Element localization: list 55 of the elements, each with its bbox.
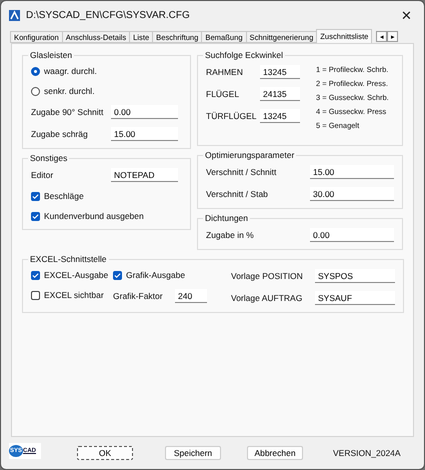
check-icon bbox=[32, 212, 39, 220]
field-label: TÜRFLÜGEL bbox=[206, 111, 256, 121]
group-title: Glasleisten bbox=[29, 50, 74, 60]
checkbox[interactable] bbox=[31, 290, 40, 300]
field-label: Grafik-Faktor bbox=[113, 291, 164, 301]
dialog-button[interactable]: OK bbox=[77, 446, 133, 460]
check-icon bbox=[32, 272, 39, 278]
checkbox[interactable] bbox=[113, 270, 122, 280]
field-label: Verschnitt / Schnitt bbox=[206, 167, 278, 177]
group-title: Optimierungsparameter bbox=[204, 150, 296, 160]
checkbox-label: Kundenverbund ausgeben bbox=[44, 211, 144, 221]
group-title: Dichtungen bbox=[204, 213, 250, 223]
field-label: Zugabe 90° Schnitt bbox=[31, 107, 104, 117]
field-label: Zugabe in % bbox=[206, 230, 255, 240]
window-title: D:\SYSCAD_EN\CFG\SYSVAR.CFG bbox=[26, 10, 191, 20]
field-label: Verschnitt / Stab bbox=[206, 189, 269, 199]
field-label: Vorlage POSITION bbox=[231, 271, 304, 281]
field-label: Zugabe schräg bbox=[31, 129, 89, 139]
version-label: VERSION_2024A bbox=[333, 448, 401, 458]
input-field[interactable]: 15.00 bbox=[111, 127, 178, 141]
radio-label: senkr. durchl. bbox=[44, 86, 95, 96]
close-button[interactable]: ✕ bbox=[397, 8, 416, 22]
check-icon bbox=[114, 272, 121, 278]
checkbox[interactable] bbox=[31, 212, 40, 220]
input-field[interactable]: SYSPOS bbox=[315, 269, 395, 283]
field-label: RAHMEN bbox=[206, 67, 244, 77]
input-field[interactable]: 13245 bbox=[260, 109, 300, 123]
group-title: Suchfolge Eckwinkel bbox=[204, 50, 284, 60]
input-field[interactable]: 0.00 bbox=[310, 228, 394, 242]
field-label: Editor bbox=[31, 170, 54, 180]
radio-button[interactable] bbox=[31, 66, 40, 76]
input-field[interactable]: 15.00 bbox=[310, 165, 394, 179]
checkbox-label: Beschläge bbox=[44, 191, 84, 201]
group-title: Sonstiges bbox=[29, 153, 68, 163]
check-icon bbox=[32, 192, 39, 200]
checkbox[interactable] bbox=[31, 270, 40, 280]
radio-label: waagr. durchl. bbox=[44, 66, 97, 76]
app-icon bbox=[9, 10, 20, 20]
checkbox-label: EXCEL sichtbar bbox=[44, 290, 104, 300]
field-label: Vorlage AUFTRAG bbox=[231, 293, 304, 303]
checkbox-label: EXCEL-Ausgabe bbox=[44, 270, 108, 280]
group-title: EXCEL-Schnittstelle bbox=[29, 254, 108, 264]
input-field[interactable]: 24135 bbox=[260, 87, 300, 101]
input-field[interactable]: 13245 bbox=[260, 65, 300, 79]
input-field[interactable]: 0.00 bbox=[111, 105, 178, 119]
field-label: FLÜGEL bbox=[206, 89, 240, 99]
radio-button[interactable] bbox=[31, 86, 40, 96]
input-field[interactable]: 30.00 bbox=[310, 187, 394, 201]
dialog-button[interactable]: Speichern bbox=[165, 446, 221, 460]
dialog-button[interactable]: Abbrechen bbox=[247, 446, 303, 460]
checkbox[interactable] bbox=[31, 192, 40, 200]
input-field[interactable]: SYSAUF bbox=[315, 291, 395, 305]
checkbox-label: Grafik-Ausgabe bbox=[126, 270, 186, 280]
input-field[interactable]: 240 bbox=[175, 289, 207, 303]
input-field[interactable]: NOTEPAD bbox=[111, 168, 178, 182]
